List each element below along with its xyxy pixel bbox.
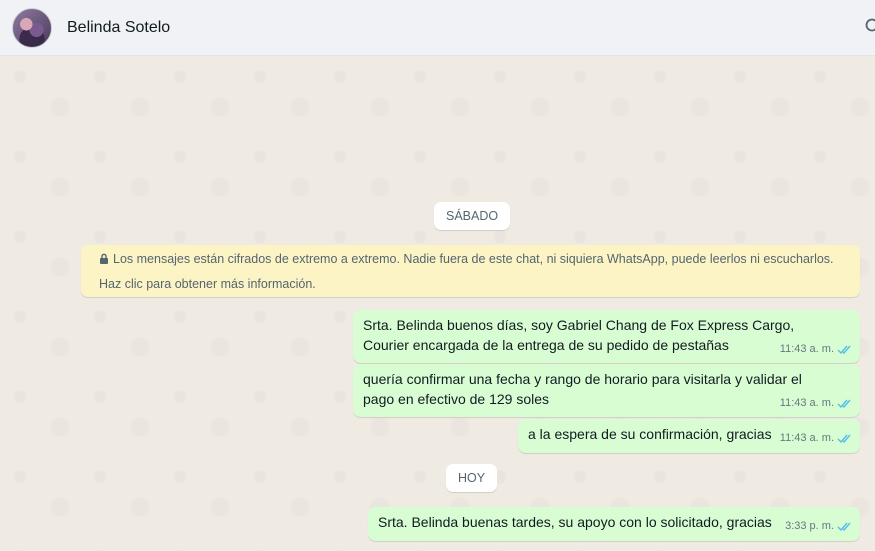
double-check-icon bbox=[837, 399, 851, 408]
message-time: 11:43 a. m. bbox=[779, 396, 834, 409]
lock-icon bbox=[100, 253, 108, 264]
message-bubble-1[interactable]: Srta. Belinda buenos días, soy Gabriel C… bbox=[353, 310, 860, 363]
contact-name[interactable]: Belinda Sotelo bbox=[67, 19, 170, 37]
message-meta: 11:43 a. m. bbox=[780, 429, 853, 449]
chat-header: Belinda Sotelo bbox=[0, 0, 875, 56]
message-text: quería confirmar una fecha y rango de ho… bbox=[363, 371, 802, 407]
search-icon[interactable] bbox=[865, 18, 875, 34]
message-bubble-2[interactable]: quería confirmar una fecha y rango de ho… bbox=[353, 364, 860, 417]
double-check-icon bbox=[837, 345, 851, 354]
message-time: 3:33 p. m. bbox=[785, 520, 834, 532]
message-meta: 11:43 a. m. bbox=[780, 394, 853, 414]
message-time: 11:43 a. m. bbox=[779, 342, 834, 355]
encryption-notice-text: Los mensajes están cifrados de extremo a… bbox=[99, 252, 834, 291]
message-panel[interactable]: SÁBADO Los mensajes están cifrados de ex… bbox=[0, 57, 875, 551]
message-text: Srta. Belinda buenas tardes, su apoyo co… bbox=[378, 514, 772, 530]
message-text: a la espera de su confirmación, gracias bbox=[528, 426, 772, 442]
message-bubble-3[interactable]: a la espera de su confirmación, gracias … bbox=[518, 419, 860, 453]
double-check-icon bbox=[837, 522, 851, 532]
double-check-icon bbox=[837, 434, 851, 444]
date-separator-saturday: SÁBADO bbox=[434, 202, 511, 230]
message-bubble-4[interactable]: Srta. Belinda buenas tardes, su apoyo co… bbox=[368, 507, 860, 541]
encryption-notice[interactable]: Los mensajes están cifrados de extremo a… bbox=[81, 245, 860, 297]
message-text: Srta. Belinda buenos días, soy Gabriel C… bbox=[363, 317, 795, 353]
contact-avatar[interactable] bbox=[12, 7, 52, 48]
message-time: 11:43 a. m. bbox=[779, 432, 834, 444]
date-separator-today: HOY bbox=[446, 464, 498, 492]
message-meta: 3:33 p. m. bbox=[785, 517, 853, 537]
message-meta: 11:43 a. m. bbox=[780, 340, 853, 360]
